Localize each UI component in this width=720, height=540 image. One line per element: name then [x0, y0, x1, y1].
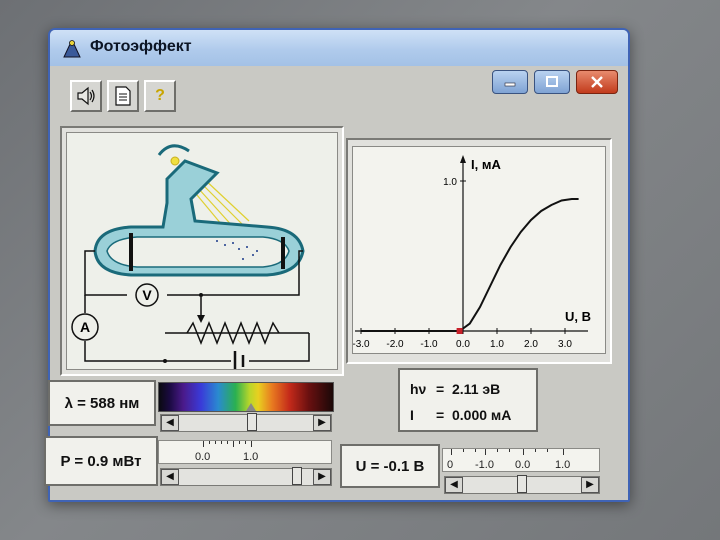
maximize-button[interactable]: [534, 70, 570, 94]
power-slider-thumb[interactable]: [292, 467, 303, 485]
power-left-arrow[interactable]: ◀: [161, 469, 179, 485]
iv-curve-chart: -3.0 -2.0 -1.0 0.0 1.0 2.0 3.0 1.0 U, B I, мА: [352, 155, 591, 350]
voltage-scale-label-2: 0.0: [515, 459, 531, 471]
y-axis-label: I, мА: [471, 157, 501, 172]
x-axis-label: U, B: [565, 309, 591, 324]
voltage-right-arrow[interactable]: ▶: [581, 477, 599, 493]
spectrum-bar: [158, 382, 334, 412]
graph-panel: -3.0 -2.0 -1.0 0.0 1.0 2.0 3.0 1.0 U, B I, мА: [346, 138, 612, 364]
y-tick-label: 1.0: [443, 177, 457, 188]
power-slider[interactable]: ◀ ▶: [160, 467, 332, 486]
wavelength-readout: λ = 588 нм: [48, 380, 156, 426]
circuit-panel: V A: [60, 126, 344, 376]
power-scale: 0.0 1.0: [158, 440, 332, 464]
voltage-scale-label-3: 1.0: [555, 459, 571, 471]
x-tick-label: -1.0: [420, 339, 438, 350]
app-icon: [63, 40, 81, 58]
voltage-readout: U = -0.1 В: [340, 444, 440, 488]
voltmeter: V: [142, 287, 152, 303]
x-tick-label: 1.0: [490, 339, 504, 350]
maximize-icon: [546, 76, 558, 87]
operating-point: [456, 328, 463, 334]
graph-canvas: -3.0 -2.0 -1.0 0.0 1.0 2.0 3.0 1.0 U, B I, мА: [352, 146, 606, 354]
title-bar[interactable]: Фотоэффект: [50, 30, 628, 66]
wavelength-left-arrow[interactable]: ◀: [161, 415, 179, 431]
x-tick-label: 2.0: [524, 339, 538, 350]
voltage-scale-label-0: 0: [447, 459, 454, 471]
wavelength-right-arrow[interactable]: ▶: [313, 415, 331, 431]
voltage-scale-label-1: -1.0: [475, 459, 494, 471]
document-icon: [115, 86, 131, 106]
light-source: [170, 156, 180, 166]
sound-button[interactable]: [70, 80, 102, 112]
current-equals: =: [436, 407, 445, 423]
minimize-button[interactable]: [492, 70, 528, 94]
toolbar: ?: [70, 80, 176, 112]
photon-energy-equals: =: [436, 381, 445, 397]
power-scale-label-max: 1.0: [243, 451, 259, 463]
cathode: [129, 233, 133, 271]
x-tick-label: 0.0: [456, 339, 470, 350]
photon-energy-symbol: hν: [410, 381, 427, 397]
close-icon: [591, 76, 603, 88]
photon-energy-value: 2.11 эВ: [452, 381, 501, 397]
minimize-icon: [504, 82, 516, 87]
voltage-left-arrow[interactable]: ◀: [445, 477, 463, 493]
power-scale-label-min: 0.0: [195, 451, 211, 463]
power-readout: P = 0.9 мВт: [44, 436, 158, 486]
wavelength-slider[interactable]: ◀ ▶: [160, 413, 332, 432]
help-button[interactable]: ?: [144, 80, 176, 112]
document-button[interactable]: [107, 80, 139, 112]
y-axis-arrow: [460, 155, 466, 163]
speaker-icon: [77, 86, 95, 106]
current-value: 0.000 мА: [452, 407, 512, 423]
power-right-arrow[interactable]: ▶: [313, 469, 331, 485]
wavelength-slider-thumb[interactable]: [247, 413, 258, 431]
window-title: Фотоэффект: [90, 38, 192, 55]
wavelength-marker: [246, 403, 256, 411]
x-tick-label: -3.0: [353, 339, 370, 350]
circuit-diagram: V A: [71, 144, 310, 371]
measurement-readout: hν = 2.11 эВ I = 0.000 мА: [398, 368, 538, 432]
tube-inner: [106, 236, 290, 268]
current-symbol: I: [410, 407, 414, 423]
voltage-slider[interactable]: ◀ ▶: [444, 475, 600, 494]
ammeter: A: [80, 319, 90, 335]
help-icon: ?: [155, 87, 165, 104]
x-tick-label: 3.0: [558, 339, 572, 350]
voltage-scale: 0 -1.0 0.0 1.0: [442, 448, 600, 472]
iv-curve-line: [361, 198, 579, 332]
voltage-slider-thumb[interactable]: [517, 475, 527, 493]
close-button[interactable]: [576, 70, 618, 94]
anode: [281, 237, 285, 269]
circuit-canvas: V A: [66, 132, 338, 371]
lamp-reflector: [157, 144, 190, 156]
x-tick-label: -2.0: [386, 339, 404, 350]
